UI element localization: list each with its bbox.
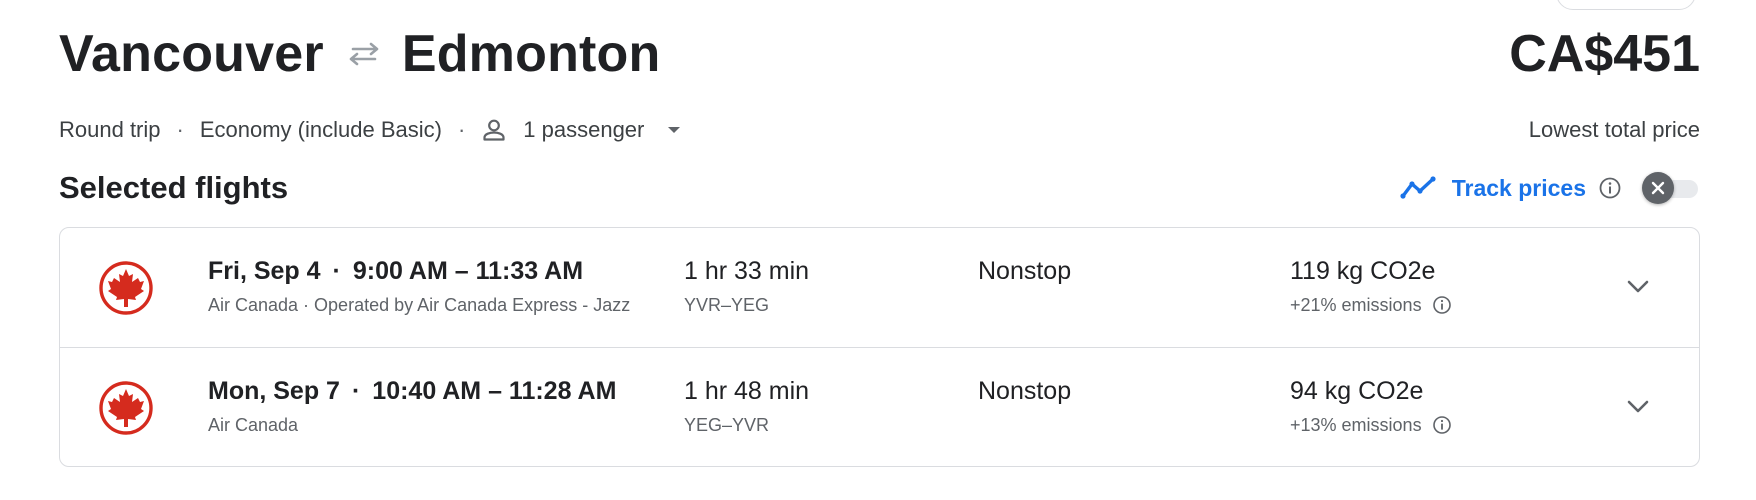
selected-flights-header: Selected flights Track prices [59,165,1700,211]
info-icon[interactable] [1432,415,1452,435]
flight-duration-column: 1 hr 33 min YVR–YEG [684,255,809,317]
flight-times: 10:40 AM – 11:28 AM [372,377,617,405]
flight-stops: Nonstop [978,257,1072,285]
flight-duration-column: 1 hr 48 min YEG–YVR [684,375,809,437]
info-icon[interactable] [1432,295,1452,315]
flight-emissions-delta: +21% emissions [1290,293,1452,317]
flight-carrier: Air Canada [208,415,299,435]
price-summary: CA$451 Lowest total price [1509,22,1700,144]
section-title: Selected flights [59,170,289,205]
flight-stops-column: Nonstop [978,255,1071,287]
price-label: Lowest total price [1528,117,1700,142]
flight-emissions-column: 94 kg CO2e +13% emissions [1290,375,1452,437]
selected-flights-list: Fri, Sep 4 · 9:00 AM – 11:33 AM Air Canada… [59,227,1700,467]
trip-type: Round trip [59,117,161,142]
track-prices[interactable]: Track prices [1400,171,1700,205]
flight-times: 9:00 AM – 11:33 AM [352,257,584,285]
destination-city: Edmonton [401,25,661,83]
flight-schedule: Mon, Sep 7 · 10:40 AM – 11:28 AM [208,375,616,407]
air-canada-logo-icon [98,380,154,436]
flight-row-return[interactable]: Mon, Sep 7 · 10:40 AM – 11:28 AM Air Canad… [60,347,1699,466]
emissions-text: +21% emissions [1290,295,1422,315]
flight-co2: 119 kg CO2e [1290,257,1436,285]
schedule-separator: · [351,377,361,405]
route-title: Vancouver Edmonton [59,22,686,86]
track-prices-toggle[interactable] [1642,171,1700,205]
emissions-text: +13% emissions [1290,415,1422,435]
person-icon [481,117,507,143]
flight-search-page: Vancouver Edmonton Round trip · Economy … [0,0,1756,500]
passenger-count[interactable]: 1 passenger [523,117,644,143]
flight-stops-column: Nonstop [978,375,1071,407]
flight-time-column: Fri, Sep 4 · 9:00 AM – 11:33 AM Air Canada… [208,255,630,317]
flight-airports: YVR–YEG [684,295,770,315]
flight-stops: Nonstop [978,377,1072,405]
trending-line-icon [1400,176,1436,200]
meta-separator: · [457,117,466,142]
flight-duration: 1 hr 48 min [684,377,810,405]
close-icon [1642,172,1674,204]
flight-emissions-column: 119 kg CO2e +21% emissions [1290,255,1452,317]
flight-schedule: Fri, Sep 4 · 9:00 AM – 11:33 AM [208,255,630,287]
trip-meta: Round trip · Economy (include Basic) · 1… [59,116,686,144]
chevron-down-icon[interactable] [1623,392,1653,422]
flight-co2: 94 kg CO2e [1290,377,1424,405]
meta-separator: · [176,117,184,142]
flight-row-outbound[interactable]: Fri, Sep 4 · 9:00 AM – 11:33 AM Air Canada… [60,228,1699,347]
cabin-class: Economy (include Basic) [199,117,442,142]
origin-city: Vancouver [59,25,324,83]
total-price: CA$451 [1509,25,1700,83]
dropdown-caret-icon[interactable] [662,118,686,142]
trip-header: Vancouver Edmonton Round trip · Economy … [59,22,1700,144]
schedule-separator: · [332,257,341,285]
flight-date: Fri, Sep 4 [208,257,321,285]
info-icon[interactable] [1598,176,1622,200]
flight-airports: YEG–YVR [684,415,770,435]
flight-duration: 1 hr 33 min [684,257,810,285]
flight-time-column: Mon, Sep 7 · 10:40 AM – 11:28 AM Air Canad… [208,375,616,437]
air-canada-logo-icon [98,260,154,316]
route-info: Vancouver Edmonton Round trip · Economy … [59,22,686,144]
chevron-down-icon[interactable] [1623,272,1653,302]
flight-carrier: Air Canada · Operated by Air Canada Expr… [208,295,631,315]
swap-arrows-icon [340,42,388,66]
flight-emissions-delta: +13% emissions [1290,413,1452,437]
partial-top-button[interactable] [1556,0,1696,10]
track-prices-label[interactable]: Track prices [1452,175,1586,202]
flight-date: Mon, Sep 7 [208,377,340,405]
